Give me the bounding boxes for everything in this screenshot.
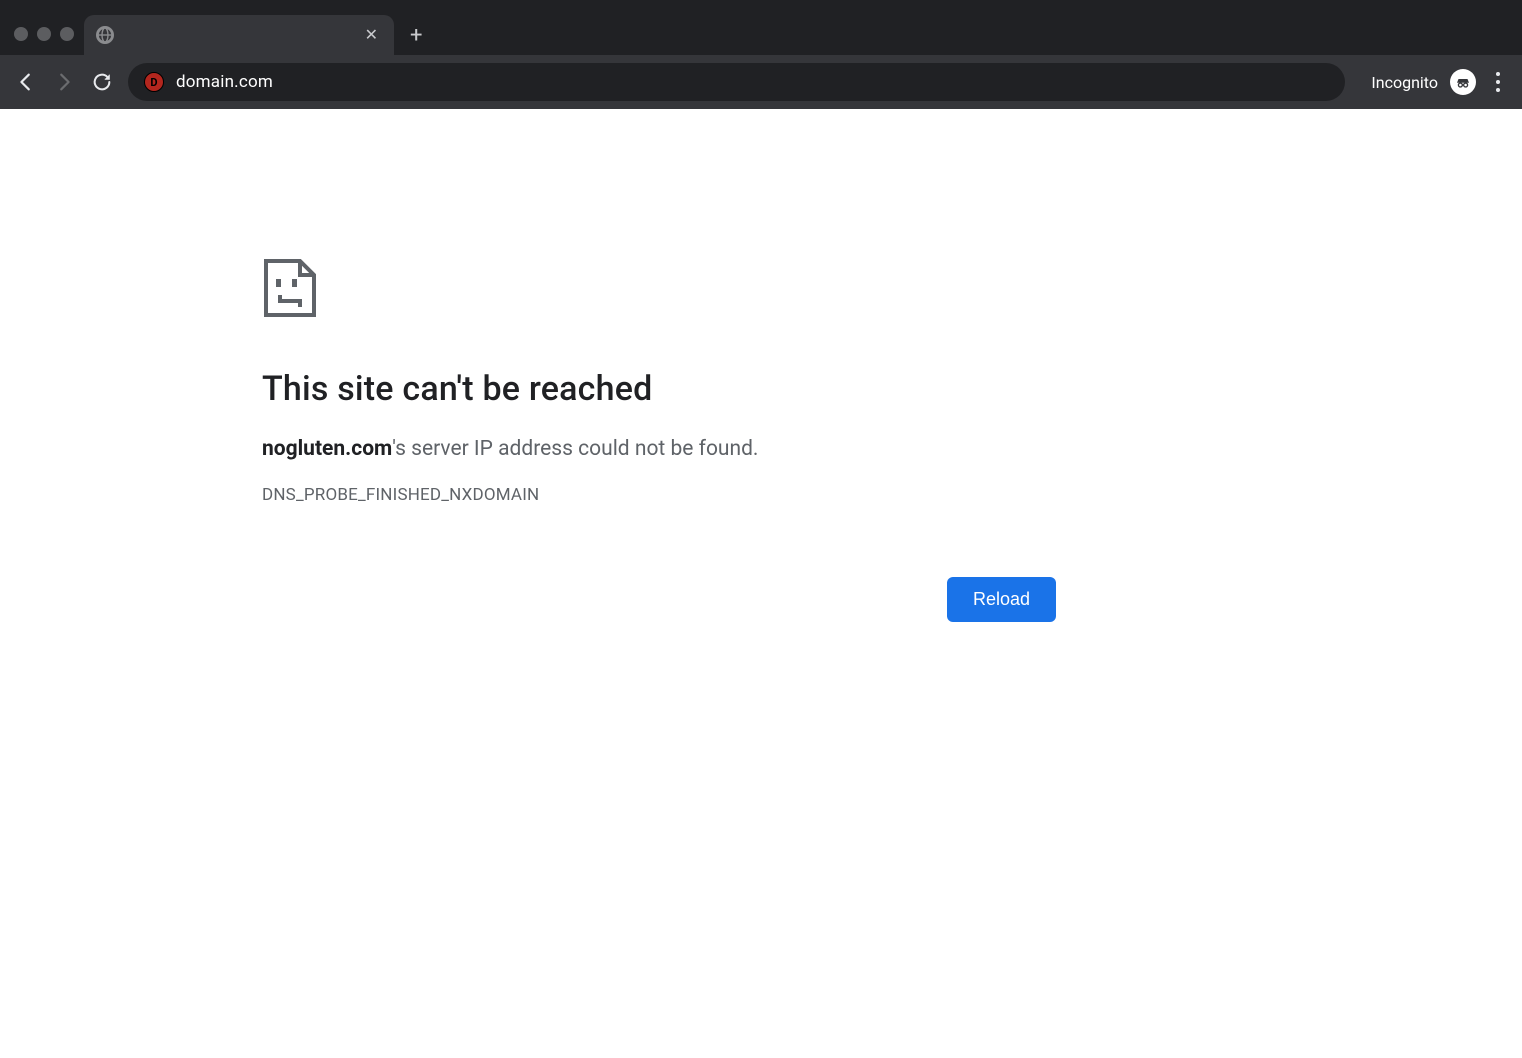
error-suffix: 's server IP address could not be found.	[392, 437, 758, 461]
address-bar[interactable]: D domain.com	[128, 63, 1345, 101]
error-host: nogluten.com	[262, 437, 392, 461]
toolbar-right: Incognito	[1359, 68, 1508, 96]
tab-strip: ✕ +	[0, 0, 1522, 55]
error-message: nogluten.com's server IP address could n…	[262, 437, 1056, 461]
address-text: domain.com	[176, 72, 273, 92]
incognito-icon[interactable]	[1450, 69, 1476, 95]
error-code: DNS_PROBE_FINISHED_NXDOMAIN	[262, 485, 1056, 505]
new-tab-button[interactable]: +	[394, 25, 438, 55]
browser-tab[interactable]: ✕	[84, 15, 394, 55]
error-title: This site can't be reached	[262, 369, 1056, 409]
incognito-label: Incognito	[1371, 73, 1438, 92]
globe-icon	[96, 26, 114, 44]
page-content: This site can't be reached nogluten.com'…	[0, 109, 1522, 1058]
window-maximize-dot[interactable]	[60, 27, 74, 41]
browser-toolbar: D domain.com Incognito	[0, 55, 1522, 109]
sad-page-icon	[262, 257, 1056, 323]
window-minimize-dot[interactable]	[37, 27, 51, 41]
reload-page-button[interactable]: Reload	[947, 577, 1056, 622]
window-controls	[10, 27, 84, 55]
kebab-menu-icon[interactable]	[1488, 68, 1508, 96]
browser-chrome: ✕ + D domain.com Incognito	[0, 0, 1522, 109]
back-button[interactable]	[14, 70, 38, 94]
close-icon[interactable]: ✕	[361, 25, 382, 45]
site-favicon: D	[144, 72, 164, 92]
reload-button[interactable]	[90, 70, 114, 94]
error-container: This site can't be reached nogluten.com'…	[262, 257, 1056, 505]
forward-button[interactable]	[52, 70, 76, 94]
window-close-dot[interactable]	[14, 27, 28, 41]
